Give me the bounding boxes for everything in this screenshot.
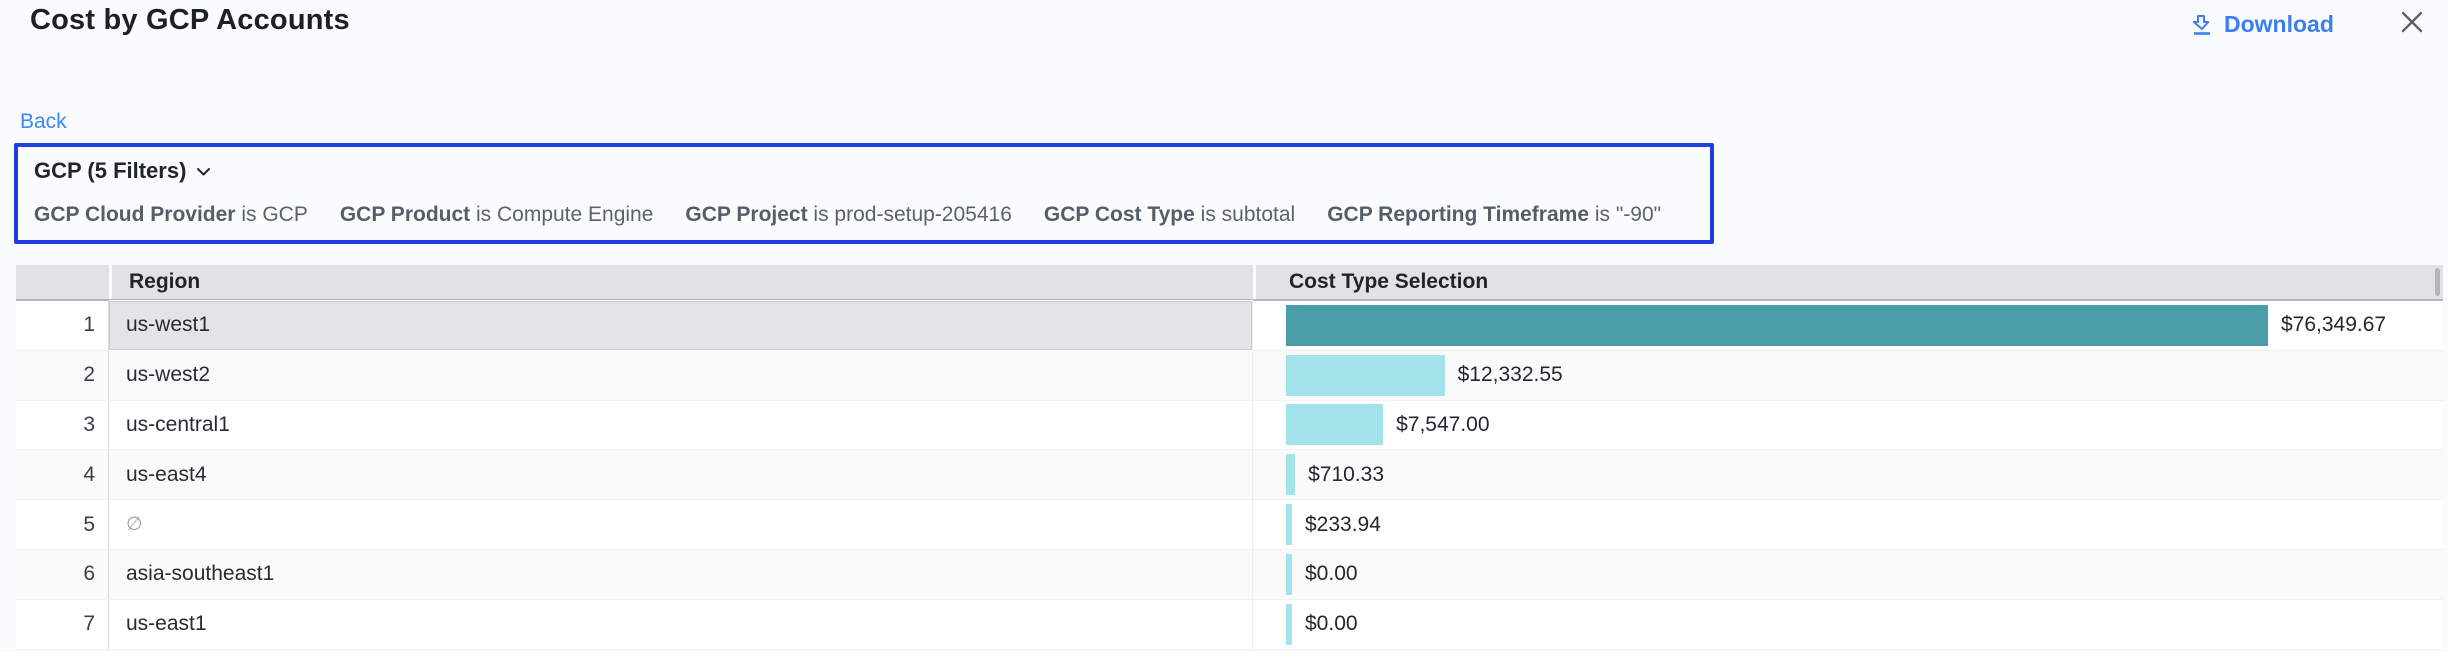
- table-row[interactable]: 5∅ $233.94: [16, 500, 2443, 550]
- download-icon: [2190, 13, 2214, 37]
- back-link[interactable]: Back: [20, 110, 67, 134]
- filter-box: GCP (5 Filters) GCP Cloud Provider is GC…: [14, 143, 1714, 244]
- cost-value-label: $0.00: [1305, 562, 1358, 586]
- table-header: Region Cost Type Selection: [16, 265, 2443, 301]
- row-number: 6: [16, 550, 109, 599]
- cost-bar-cell: $0.00: [1253, 550, 2443, 599]
- region-cell[interactable]: us-west1: [109, 301, 1253, 350]
- table-bottom-edge: [0, 652, 2448, 672]
- filter-field: GCP Cost Type: [1044, 203, 1195, 226]
- table-body: 1us-west1$76,349.672us-west2$12,332.553u…: [16, 301, 2443, 650]
- filter-condition: GCP Cost Type is subtotal: [1044, 203, 1295, 227]
- close-icon[interactable]: [2399, 9, 2425, 35]
- filter-dropdown[interactable]: GCP (5 Filters): [34, 158, 212, 184]
- cost-bar-cell: $12,332.55: [1253, 351, 2443, 400]
- cost-bar: [1286, 554, 1292, 595]
- filter-predicate: is Compute Engine: [476, 203, 653, 226]
- region-cell[interactable]: ∅: [109, 500, 1253, 549]
- filter-predicate: is GCP: [241, 203, 308, 226]
- row-number: 5: [16, 500, 109, 549]
- filter-predicate: is subtotal: [1201, 203, 1296, 226]
- row-number: 7: [16, 600, 109, 649]
- row-number: 4: [16, 450, 109, 499]
- filter-field: GCP Project: [685, 203, 807, 226]
- filter-field: GCP Cloud Provider: [34, 203, 235, 226]
- cost-table: Region Cost Type Selection 1us-west1$76,…: [16, 265, 2443, 301]
- table-row[interactable]: 3us-central1 $7,547.00: [16, 401, 2443, 451]
- cost-bar-cell: $233.94: [1253, 500, 2443, 549]
- table-row[interactable]: 4us-east4 $710.33: [16, 450, 2443, 500]
- table-row[interactable]: 1us-west1 $76,349.67: [16, 301, 2443, 351]
- filter-field: GCP Product: [340, 203, 470, 226]
- header-region[interactable]: Region: [112, 265, 1253, 299]
- cost-bar: [1286, 604, 1292, 645]
- filter-predicate: is prod-setup-205416: [813, 203, 1011, 226]
- region-cell[interactable]: asia-southeast1: [109, 550, 1253, 599]
- cost-bar: [1286, 504, 1292, 545]
- filter-summary-label: GCP (5 Filters): [34, 158, 186, 184]
- filter-conditions: GCP Cloud Provider is GCP GCP Product is …: [34, 203, 1661, 227]
- cost-value-label: $7,547.00: [1396, 413, 1489, 437]
- cost-bar: [1286, 305, 2268, 346]
- scrollbar-thumb[interactable]: [2435, 268, 2440, 296]
- cost-bar: [1286, 355, 1445, 396]
- header-row-number: [16, 265, 109, 299]
- cost-bar-cell: $76,349.67: [1253, 301, 2443, 350]
- region-cell[interactable]: us-west2: [109, 351, 1253, 400]
- table-row[interactable]: 7us-east1 $0.00: [16, 600, 2443, 650]
- row-number: 3: [16, 401, 109, 450]
- download-label: Download: [2224, 11, 2334, 38]
- cost-value-label: $76,349.67: [2281, 313, 2386, 337]
- download-button[interactable]: Download: [2190, 11, 2334, 38]
- header-cost-type-selection[interactable]: Cost Type Selection: [1256, 265, 2443, 299]
- cost-bar: [1286, 404, 1383, 445]
- table-row[interactable]: 2us-west2 $12,332.55: [16, 351, 2443, 401]
- cost-value-label: $12,332.55: [1458, 363, 1563, 387]
- region-cell[interactable]: us-central1: [109, 401, 1253, 450]
- filter-condition: GCP Project is prod-setup-205416: [685, 203, 1011, 227]
- cost-value-label: $0.00: [1305, 612, 1358, 636]
- filter-condition: GCP Cloud Provider is GCP: [34, 203, 308, 227]
- cost-value-label: $710.33: [1308, 463, 1384, 487]
- row-number: 2: [16, 351, 109, 400]
- cost-bar-cell: $0.00: [1253, 600, 2443, 649]
- cost-bar-cell: $710.33: [1253, 450, 2443, 499]
- region-cell[interactable]: us-east1: [109, 600, 1253, 649]
- chevron-down-icon: [195, 163, 212, 180]
- filter-condition: GCP Reporting Timeframe is "-90": [1327, 203, 1661, 227]
- filter-predicate: is "-90": [1595, 203, 1661, 226]
- table-row[interactable]: 6asia-southeast1 $0.00: [16, 550, 2443, 600]
- filter-field: GCP Reporting Timeframe: [1327, 203, 1589, 226]
- row-number: 1: [16, 301, 109, 350]
- region-cell[interactable]: us-east4: [109, 450, 1253, 499]
- cost-bar: [1286, 454, 1295, 495]
- page-title: Cost by GCP Accounts: [30, 4, 350, 37]
- filter-condition: GCP Product is Compute Engine: [340, 203, 654, 227]
- cost-bar-cell: $7,547.00: [1253, 401, 2443, 450]
- cost-value-label: $233.94: [1305, 513, 1381, 537]
